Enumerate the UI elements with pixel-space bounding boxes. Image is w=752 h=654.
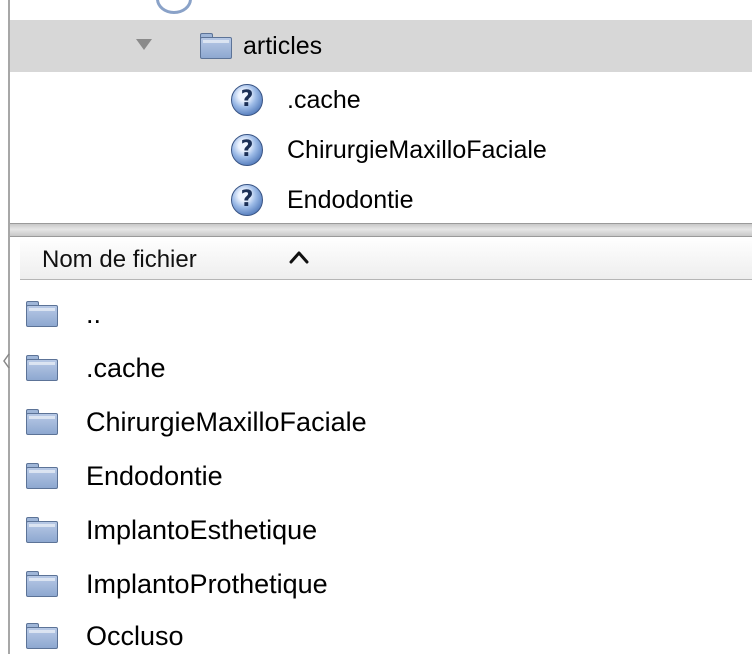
file-name: ImplantoProthetique: [86, 569, 328, 599]
folder-icon: [26, 301, 58, 327]
file-name: Endodontie: [86, 461, 223, 491]
folder-icon: [200, 33, 232, 59]
tree-item-label: Endodontie: [287, 186, 414, 214]
tree-item-label: articles: [243, 32, 323, 60]
help-icon: ?: [231, 84, 263, 116]
file-name: ImplantoEsthetique: [86, 515, 318, 545]
file-row-parent[interactable]: ..: [20, 287, 752, 341]
folder-icon: [26, 409, 58, 435]
file-name: Occluso: [86, 621, 184, 651]
file-browser-window: articles ? .cache ? ChirurgieMaxilloFaci…: [0, 0, 752, 654]
tree-item-label: ChirurgieMaxilloFaciale: [287, 136, 547, 164]
parent-item-icon: [156, 0, 192, 14]
column-header-label: Nom de fichier: [42, 246, 197, 273]
pane-splitter[interactable]: [10, 223, 752, 237]
file-name: ..: [86, 299, 102, 329]
tree-item-endodontie[interactable]: ? Endodontie: [10, 175, 752, 223]
tree-item-articles[interactable]: articles: [10, 20, 752, 72]
resize-handle-icon[interactable]: [2, 353, 10, 369]
column-header-filename[interactable]: Nom de fichier: [20, 237, 752, 280]
help-icon: ?: [231, 134, 263, 166]
file-row-endodontie[interactable]: Endodontie: [20, 449, 752, 503]
file-row-occluso[interactable]: Occluso: [20, 609, 752, 654]
tree-item-label: .cache: [287, 86, 361, 114]
sort-ascending-icon: [288, 248, 310, 266]
disclosure-triangle-icon[interactable]: [136, 39, 152, 50]
file-row-cache[interactable]: .cache: [20, 341, 752, 395]
folder-icon: [26, 571, 58, 597]
file-row-chirurgiemaxillofaciale[interactable]: ChirurgieMaxilloFaciale: [20, 395, 752, 449]
file-list-pane[interactable]: Nom de fichier .. .cache ChirurgieMaxill…: [10, 237, 752, 654]
file-row-implantoesthetique[interactable]: ImplantoEsthetique: [20, 503, 752, 557]
folder-icon: [26, 623, 58, 649]
file-name: .cache: [86, 353, 166, 383]
folder-icon: [26, 463, 58, 489]
folder-icon: [26, 355, 58, 381]
help-icon: ?: [231, 184, 263, 216]
tree-item-cache[interactable]: ? .cache: [10, 75, 752, 125]
folder-icon: [26, 517, 58, 543]
tree-item-chirurgiemaxillofaciale[interactable]: ? ChirurgieMaxilloFaciale: [10, 125, 752, 175]
file-name: ChirurgieMaxilloFaciale: [86, 407, 367, 437]
file-row-implantoprothetique[interactable]: ImplantoProthetique: [20, 557, 752, 611]
folder-tree-pane[interactable]: articles ? .cache ? ChirurgieMaxilloFaci…: [10, 0, 752, 223]
